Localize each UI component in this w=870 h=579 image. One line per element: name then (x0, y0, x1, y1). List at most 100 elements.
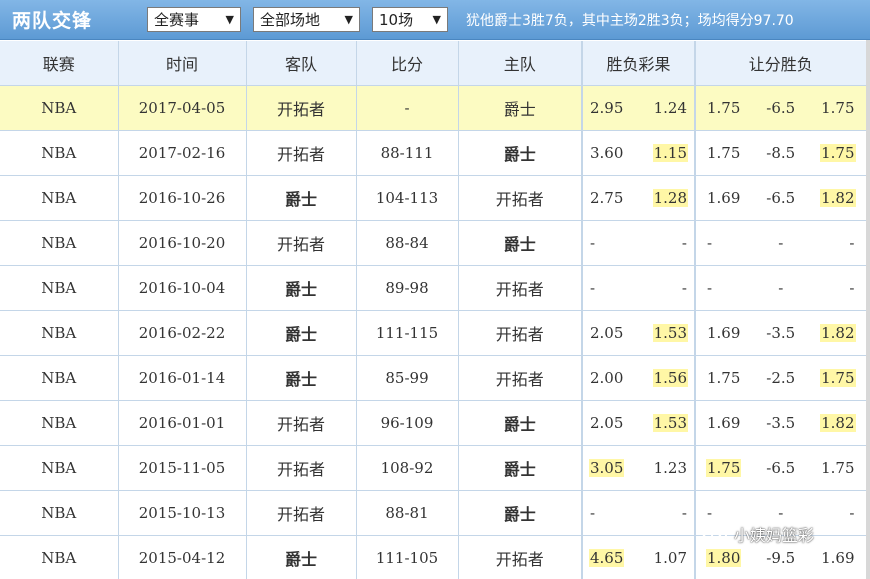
moneyline-odds-cell: 2.05 1.53 (581, 400, 696, 446)
handicap-home-odds: 1.69 (821, 548, 855, 567)
moneyline-odds-cell: 2.05 1.53 (581, 310, 696, 356)
score-cell: - (356, 85, 459, 131)
chat-bubble-icon (702, 523, 727, 543)
away-win-odds: 2.95 (590, 98, 624, 117)
table-row[interactable]: NBA 2016-01-14 爵士 85-99 开拓者 2.00 1.56 1.75 -2.5 1… (0, 355, 867, 401)
moneyline-odds-cell: 2.95 1.24 (581, 85, 696, 131)
league-cell: NBA (0, 265, 119, 311)
home-win-odds: 1.15 (652, 143, 688, 162)
moneyline-odds-cell: 2.00 1.56 (581, 355, 696, 401)
venue-filter-select[interactable]: 全部场地 ▼ (253, 7, 360, 32)
away-win-odds: 3.60 (590, 143, 624, 162)
score-cell: 111-105 (356, 535, 459, 579)
date-cell: 2016-01-01 (118, 400, 247, 446)
away-team-cell: 开拓者 (246, 130, 357, 176)
watermark: 小姨妈篮彩 (702, 522, 814, 546)
date-cell: 2015-11-05 (118, 445, 247, 491)
league-cell: NBA (0, 535, 119, 579)
home-win-odds: 1.23 (653, 458, 687, 477)
table-row[interactable]: NBA 2016-02-22 爵士 111-115 开拓者 2.05 1.53 1.69 -3.… (0, 310, 867, 356)
handicap-line: -3.5 (766, 323, 796, 342)
home-team-cell: 爵士 (458, 400, 583, 446)
competition-filter-select[interactable]: 全赛事 ▼ (147, 7, 241, 32)
handicap-line: -8.5 (766, 143, 796, 162)
column-header-time: 时间 (118, 41, 247, 86)
handicap-odds-cell: 1.75 -6.5 1.75 (694, 445, 867, 491)
away-win-odds: - (590, 233, 596, 252)
handicap-home-odds: 1.75 (821, 458, 855, 477)
moneyline-odds-cell: -- (581, 220, 696, 266)
handicap-odds-cell: 1.75 -8.5 1.75 (694, 130, 867, 176)
chevron-down-icon: ▼ (432, 13, 441, 26)
column-header-score: 比分 (356, 41, 459, 86)
handicap-home-odds: - (849, 233, 855, 252)
home-win-odds: - (681, 503, 687, 522)
table-row[interactable]: NBA 2016-10-04 爵士 89-98 开拓者 - - - - - (0, 265, 867, 311)
table-row[interactable]: NBA 2016-01-01 开拓者 96-109 爵士 2.05 1.53 1.69 -3.5… (0, 400, 867, 446)
score-cell: 111-115 (356, 310, 459, 356)
handicap-line: -2.5 (766, 368, 796, 387)
league-cell: NBA (0, 400, 119, 446)
home-team-cell: 爵士 (458, 85, 583, 131)
home-win-odds: 1.53 (652, 413, 688, 432)
date-cell: 2016-10-04 (118, 265, 247, 311)
watermark-text: 小姨妈篮彩 (734, 526, 815, 545)
score-cell: 96-109 (356, 400, 459, 446)
table-row[interactable]: NBA 2016-10-26 爵士 104-113 开拓者 2.75 1.28 1.69 -6.… (0, 175, 867, 221)
moneyline-odds-cell: 3.60 1.15 (581, 130, 696, 176)
home-win-odds: - (681, 233, 687, 252)
score-cell: 104-113 (356, 175, 459, 221)
away-win-odds: 2.75 (590, 188, 624, 207)
vertical-scrollbar[interactable] (866, 40, 870, 579)
handicap-odds-cell: --- (694, 265, 867, 311)
home-team-cell: 开拓者 (458, 265, 583, 311)
home-team-cell: 开拓者 (458, 355, 583, 401)
league-cell: NBA (0, 220, 119, 266)
handicap-home-odds: 1.75 (820, 368, 856, 387)
moneyline-odds-cell: 4.65 1.07 (581, 535, 696, 579)
handicap-away-odds: - (707, 503, 713, 522)
head-to-head-toolbar: 两队交锋 全赛事 ▼ 全部场地 ▼ 10场 ▼ 犹他爵士3胜7负，其中主场2胜3… (0, 0, 870, 40)
home-win-odds: 1.53 (652, 323, 688, 342)
away-win-odds: 2.05 (590, 323, 624, 342)
table-row[interactable]: NBA 2017-02-16 开拓者 88-111 爵士 3.60 1.15 1.75 -8.5… (0, 130, 867, 176)
handicap-away-odds: 1.69 (707, 188, 741, 207)
handicap-away-odds: - (707, 233, 713, 252)
handicap-home-odds: 1.82 (820, 323, 856, 342)
handicap-away-odds: 1.75 (706, 458, 742, 477)
venue-filter-value: 全部场地 (260, 11, 321, 29)
handicap-odds-cell: 1.69 -3.5 1.82 (694, 400, 867, 446)
chevron-down-icon: ▼ (225, 13, 234, 26)
league-cell: NBA (0, 310, 119, 356)
handicap-away-odds: 1.69 (707, 323, 741, 342)
column-header-away: 客队 (246, 41, 357, 86)
handicap-line: -6.5 (766, 458, 796, 477)
table-row[interactable]: NBA 2016-10-20 开拓者 88-84 爵士 - - - - - (0, 220, 867, 266)
away-win-odds: - (590, 503, 596, 522)
handicap-odds-cell: --- (694, 220, 867, 266)
away-team-cell: 开拓者 (246, 220, 357, 266)
date-cell: 2017-04-05 (118, 85, 247, 131)
league-cell: NBA (0, 175, 119, 221)
handicap-odds-cell: 1.69 -6.5 1.82 (694, 175, 867, 221)
league-cell: NBA (0, 130, 119, 176)
home-team-cell: 开拓者 (458, 310, 583, 356)
score-cell: 88-111 (356, 130, 459, 176)
date-cell: 2016-10-20 (118, 220, 247, 266)
away-team-cell: 爵士 (246, 265, 357, 311)
away-team-cell: 开拓者 (246, 85, 357, 131)
home-team-cell: 爵士 (458, 490, 583, 536)
match-count-select[interactable]: 10场 ▼ (372, 7, 448, 32)
table-row[interactable]: NBA 2015-11-05 开拓者 108-92 爵士 3.05 1.23 1.75 -6.5… (0, 445, 867, 491)
handicap-line: -9.5 (766, 548, 796, 567)
away-team-cell: 开拓者 (246, 490, 357, 536)
moneyline-odds-cell: -- (581, 490, 696, 536)
date-cell: 2017-02-16 (118, 130, 247, 176)
table-row[interactable]: NBA 2017-04-05 开拓者 - 爵士 2.95 1.24 1.75 -6.5 1.75 (0, 85, 867, 131)
handicap-line: -6.5 (766, 98, 796, 117)
home-win-odds: 1.07 (653, 548, 687, 567)
date-cell: 2015-10-13 (118, 490, 247, 536)
column-header-handicap: 让分胜负 (694, 41, 867, 86)
competition-filter-value: 全赛事 (154, 11, 200, 29)
home-team-cell: 开拓者 (458, 175, 583, 221)
